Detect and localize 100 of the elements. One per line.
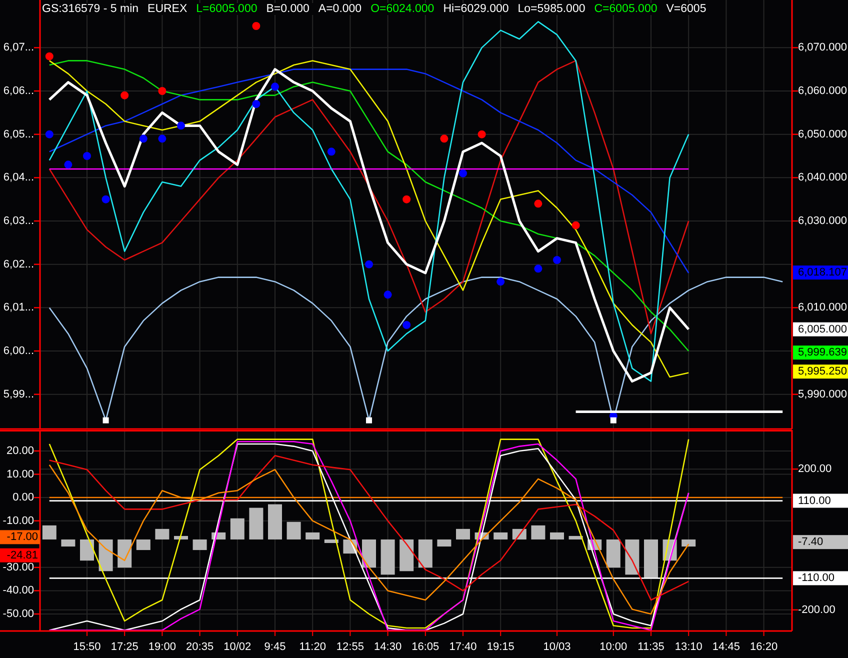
axis-label: 6,050.000 <box>798 128 847 140</box>
signal-dot <box>252 22 260 30</box>
time-label: 12:55 <box>336 641 364 653</box>
time-label: 16:20 <box>750 641 778 653</box>
histogram-bar <box>606 539 620 568</box>
histogram-bar <box>362 539 376 568</box>
histogram-bar <box>230 518 244 540</box>
axis-label: 6,070.000 <box>798 42 847 54</box>
time-label: 19:15 <box>486 641 514 653</box>
axis-label: 6,030.000 <box>798 215 847 227</box>
axis-label: 20.00 <box>6 444 34 457</box>
signal-dot <box>158 134 166 143</box>
histogram-bar <box>400 539 414 572</box>
time-label: 17:25 <box>110 641 138 653</box>
signal-dot <box>83 152 91 160</box>
histogram-bar <box>192 539 207 550</box>
time-label: 10/02 <box>224 641 252 653</box>
signal-dot <box>440 134 448 143</box>
signal-dot <box>572 221 580 230</box>
axis-label: 10.00 <box>6 468 34 480</box>
cycle-marker <box>366 417 372 424</box>
current-value-label: 6,018.107 <box>798 266 847 279</box>
quote-field: GS:316579 - 5 min <box>42 3 139 15</box>
axis-label: -30.00 <box>2 561 34 574</box>
histogram-bar <box>644 539 658 578</box>
signal-dot <box>402 321 411 329</box>
histogram-bar <box>456 528 470 540</box>
axis-label: 0.00 <box>12 492 34 504</box>
histogram-bar <box>324 539 338 543</box>
signal-dot <box>45 130 54 138</box>
signal-dot <box>553 256 561 264</box>
time-label: 11:20 <box>299 641 326 653</box>
signal-dot <box>384 290 392 299</box>
signal-dot <box>252 100 260 108</box>
signal-dot <box>459 169 467 178</box>
current-value-label: 110.00 <box>798 494 831 507</box>
axis-label: 6,010.000 <box>798 302 847 314</box>
histogram-bar <box>268 504 282 540</box>
current-value-label: -17.00 <box>6 531 38 544</box>
time-label: 14:45 <box>712 641 740 653</box>
time-label: 13:10 <box>674 641 702 653</box>
signal-dot <box>177 122 185 130</box>
signal-dot <box>64 160 72 169</box>
axis-label: 6,040.000 <box>798 172 847 184</box>
signal-dot <box>534 264 542 273</box>
time-label: 10:00 <box>600 641 628 653</box>
axis-label: 6,07... <box>3 42 34 54</box>
time-label: 19:00 <box>148 641 176 653</box>
histogram-bar <box>306 532 320 540</box>
time-label: 20:35 <box>186 641 214 653</box>
time-label: 15:50 <box>73 641 101 653</box>
histogram-bar <box>98 539 113 572</box>
histogram-bar <box>118 539 132 568</box>
quote-field: Hi=6029.000 <box>443 3 509 15</box>
histogram-bar <box>682 539 696 547</box>
cycle-marker <box>102 417 109 424</box>
signal-dot <box>365 260 373 268</box>
signal-dot <box>45 52 54 60</box>
axis-label: -50.00 <box>2 608 34 620</box>
time-label: 9:45 <box>264 641 286 653</box>
axis-label: 6,00... <box>3 345 34 357</box>
current-value-label: 5,995.250 <box>798 366 847 378</box>
quote-field: C=6005.000 <box>594 3 658 15</box>
signal-dot <box>478 130 486 138</box>
histogram-bar <box>550 532 564 540</box>
signal-dot <box>496 278 505 286</box>
quote-field: Lo=5985.000 <box>518 3 586 15</box>
axis-label: -40.00 <box>2 584 34 597</box>
axis-label: 6,05... <box>3 128 34 140</box>
signal-dot <box>102 195 110 204</box>
histogram-bar <box>625 539 640 575</box>
histogram-bar <box>437 539 452 547</box>
histogram-bar <box>61 539 76 547</box>
signal-dot <box>327 148 336 156</box>
axis-label: 6,04... <box>3 172 34 184</box>
current-value-label: -7.40 <box>798 536 824 548</box>
time-label: 17:40 <box>449 641 477 653</box>
current-value-label: -24.81 <box>6 549 38 562</box>
axis-label: 200.00 <box>798 463 832 476</box>
time-label: 11:35 <box>638 641 664 653</box>
time-label: 14:30 <box>374 641 402 653</box>
quote-field: V=6005 <box>666 3 706 15</box>
axis-label: 6,060.000 <box>798 85 847 97</box>
current-value-label: 6,005.000 <box>798 323 847 336</box>
current-value-label: 5,999.639 <box>798 346 847 359</box>
histogram-bar <box>80 539 94 561</box>
axis-label: 5,990.000 <box>798 388 847 400</box>
axis-label: -10.00 <box>2 514 34 527</box>
signal-dot <box>120 91 129 100</box>
histogram-bar <box>174 536 188 540</box>
axis-label: -200.00 <box>798 604 836 616</box>
histogram-bar <box>155 528 170 540</box>
quote-field: EUREX <box>148 3 188 15</box>
axis-label: 6,03... <box>3 215 34 227</box>
time-label: 16:05 <box>412 641 440 653</box>
signal-dot <box>402 195 411 204</box>
axis-label: 5,99... <box>3 388 34 400</box>
signal-dot <box>271 82 279 91</box>
histogram-bar <box>568 536 583 540</box>
axis-label: 6,06... <box>3 85 34 97</box>
